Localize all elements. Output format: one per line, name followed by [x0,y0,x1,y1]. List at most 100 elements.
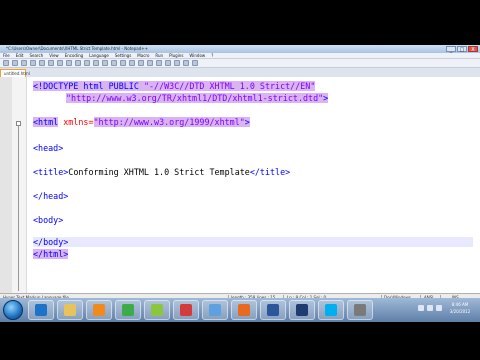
xmlns-attr: xmlns= [58,117,94,127]
app-generic-icon [354,304,366,316]
word-wrap-icon[interactable] [147,60,153,66]
save-icon[interactable] [21,60,27,66]
title-close-tag: </title> [249,167,291,177]
menu-settings[interactable]: Settings [115,53,131,58]
play-macro-icon[interactable] [192,60,198,66]
paint-icon [209,304,221,316]
stop-macro-icon[interactable] [183,60,189,66]
menu-plugins[interactable]: Plugins [169,53,183,58]
system-tray [418,305,442,311]
menu-encoding[interactable]: Encoding [65,53,83,58]
window-title: *C:\Users\Owner\Documents\XHTML Strict T… [6,46,148,51]
close-button[interactable]: X [468,46,478,53]
tab-active-file[interactable]: untitled.html [0,69,30,77]
recorder-icon [180,304,192,316]
print-icon[interactable] [48,60,54,66]
taskbar-firefox-button[interactable] [231,300,257,320]
network-icon[interactable] [418,305,424,311]
find-icon[interactable] [102,60,108,66]
body-open-tag: <body> [33,215,64,225]
window-controls: _ □ X [446,46,478,53]
notepad-plus-plus-icon [151,304,163,316]
xmlns-value: "http://www.w3.org/1999/xhtml" [93,117,245,127]
code-line-title: <title>Conforming XHTML 1.0 Strict Templ… [33,167,290,177]
fold-margin [12,77,27,293]
code-line-head-open: <head> [33,143,63,153]
code-line-html-close: </html> [33,249,69,259]
minimize-button[interactable]: _ [446,46,456,53]
flag-icon[interactable] [436,305,442,311]
taskbar-app-generic-button[interactable] [347,300,373,320]
title-bar[interactable]: *C:\Users\Owner\Documents\XHTML Strict T… [0,45,480,53]
replace-icon[interactable] [111,60,117,66]
code-line-html-open: <html xmlns="http://www.w3.org/1999/xhtm… [33,117,250,127]
taskbar-internet-explorer-button[interactable] [28,300,54,320]
code-line-doctype: <!DOCTYPE html PUBLIC "-//W3C//DTD XHTML… [33,81,316,91]
paste-icon[interactable] [75,60,81,66]
doctype-open: <!DOCTYPE html PUBLIC [33,81,144,91]
doctype-close: > [323,93,329,103]
indent-guide-icon[interactable] [165,60,171,66]
menu-search[interactable]: Search [29,53,43,58]
show-all-chars-icon[interactable] [156,60,162,66]
body-close-tag: </body> [33,237,69,247]
undo-icon[interactable] [84,60,90,66]
record-macro-icon[interactable] [174,60,180,66]
menu-help[interactable]: ? [211,53,213,58]
start-button[interactable] [3,300,23,320]
save-all-icon[interactable] [30,60,36,66]
fold-line [18,126,19,291]
windows-taskbar: 8:46 AM 3/20/2012 [0,298,480,322]
menu-language[interactable]: Language [89,53,109,58]
title-open-tag: <title> [33,167,69,177]
zoom-in-icon[interactable] [120,60,126,66]
volume-icon[interactable] [427,305,433,311]
menu-view[interactable]: View [49,53,59,58]
maximize-button[interactable]: □ [457,46,467,53]
code-line-doctype-dtd: "http://www.w3.org/TR/xhtml1/DTD/xhtml1-… [66,93,329,103]
sync-scroll-icon[interactable] [138,60,144,66]
open-file-icon[interactable] [12,60,18,66]
word-icon [267,304,279,316]
head-close-tag: </head> [33,191,69,201]
skype-icon [325,304,337,316]
menu-window[interactable]: Window [189,53,205,58]
chrome-icon [122,304,134,316]
html-close-tag: </html> [33,249,69,259]
copy-icon[interactable] [66,60,72,66]
notepad-plus-plus-window: *C:\Users\Owner\Documents\XHTML Strict T… [0,45,480,315]
taskbar-photoshop-button[interactable] [289,300,315,320]
taskbar-chrome-button[interactable] [115,300,141,320]
html-tag-open: <html [33,117,59,127]
new-file-icon[interactable] [3,60,9,66]
clock-date: 3/20/2012 [449,309,471,314]
cut-icon[interactable] [57,60,63,66]
firefox-icon [238,304,250,316]
menu-run[interactable]: Run [155,53,163,58]
doctype-public-id: "-//W3C//DTD XHTML 1.0 Strict//EN" [143,81,316,91]
toolbar [0,59,480,68]
taskbar-skype-button[interactable] [318,300,344,320]
taskbar-media-player-button[interactable] [86,300,112,320]
menu-edit[interactable]: Edit [16,53,24,58]
clock[interactable]: 8:46 AM 3/20/2012 [444,301,476,315]
menu-macro[interactable]: Macro [137,53,149,58]
zoom-out-icon[interactable] [129,60,135,66]
internet-explorer-icon [35,304,47,316]
close-file-icon[interactable] [39,60,45,66]
media-player-icon [93,304,105,316]
head-open-tag: <head> [33,143,64,153]
code-line-head-close: </head> [33,191,68,201]
html-tag-open-close: > [244,117,250,127]
taskbar-paint-button[interactable] [202,300,228,320]
taskbar-recorder-button[interactable] [173,300,199,320]
title-text: Conforming XHTML 1.0 Strict Template [68,167,250,177]
taskbar-notepad-plus-plus-button[interactable] [144,300,170,320]
clock-time: 8:46 AM [451,302,469,307]
photoshop-icon [296,304,308,316]
code-editor[interactable]: <!DOCTYPE html PUBLIC "-//W3C//DTD XHTML… [0,77,480,293]
redo-icon[interactable] [93,60,99,66]
menu-file[interactable]: File [3,53,10,58]
taskbar-word-button[interactable] [260,300,286,320]
taskbar-file-explorer-button[interactable] [57,300,83,320]
